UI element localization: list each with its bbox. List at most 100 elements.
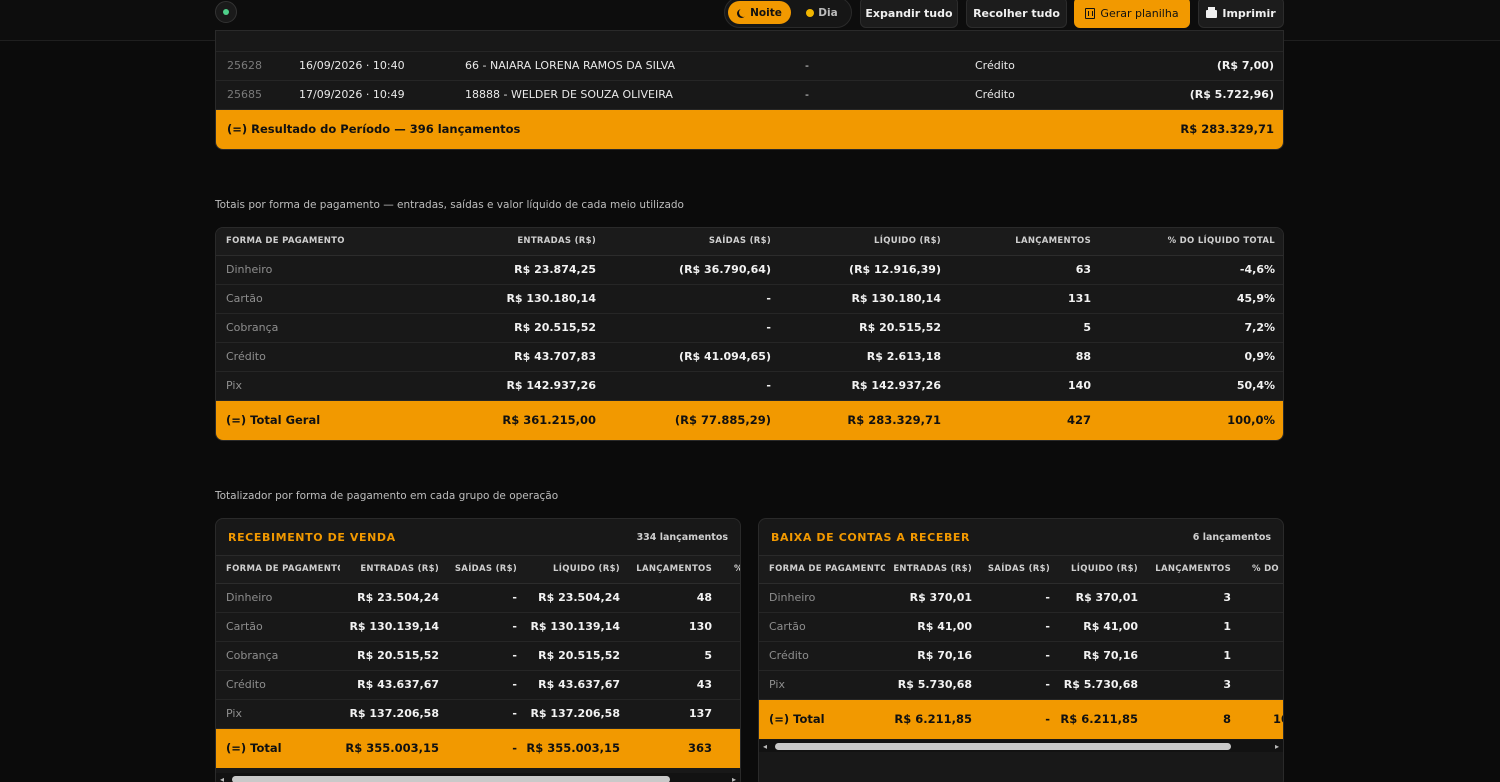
spreadsheet-icon — [1085, 8, 1096, 19]
group-count: 334 lançamentos — [636, 531, 728, 543]
payment-net: (R$ 12.916,39) — [771, 255, 941, 285]
payment-count: 5 — [620, 641, 712, 671]
table-row[interactable]: Crédito R$ 70,16- R$ 70,16 1 — [759, 641, 1283, 671]
payment-exits: - — [439, 670, 517, 700]
col-header: % DO LÍ — [1231, 556, 1283, 584]
payment-net: R$ 41,00 — [1050, 612, 1138, 642]
col-header: LANÇAMENTOS — [941, 228, 1091, 256]
payment-method-name: Cartão — [216, 284, 426, 314]
expand-all-button[interactable]: Expandir tudo — [860, 0, 958, 28]
col-header: LÍQUIDO (R$) — [1050, 556, 1138, 584]
theme-day-option[interactable]: Dia — [795, 1, 849, 24]
launch-datetime: 16/09/2026 · 10:40 — [299, 51, 465, 81]
scroll-left-icon[interactable]: ◂ — [220, 775, 224, 782]
table-row[interactable]: Cartão R$ 130.180,14- R$ 130.180,14 131 45,9… — [216, 284, 1283, 314]
col-header: SAÍDAS (R$) — [972, 556, 1050, 584]
payment-entries: R$ 370,01 — [885, 583, 972, 613]
payment-percent — [712, 641, 740, 671]
table-row[interactable]: Dinheiro R$ 23.874,25 (R$ 36.790,64) (R$ 12… — [216, 255, 1283, 285]
grand-total-exits: (R$ 77.885,29) — [596, 400, 771, 440]
scroll-left-icon[interactable]: ◂ — [763, 742, 767, 751]
group-total-percent — [712, 728, 740, 768]
grand-total-percent: 100,0% — [1091, 400, 1283, 440]
period-result-row: (=) Resultado do Período — 396 lançament… — [216, 109, 1283, 149]
col-header: SAÍDAS (R$) — [596, 228, 771, 256]
payment-percent — [1231, 641, 1283, 671]
payment-exits: - — [439, 612, 517, 642]
group-panel-baixa: BAIXA DE CONTAS A RECEBER 6 lançamentos … — [758, 518, 1284, 782]
payment-percent — [1231, 670, 1283, 700]
payment-method-name: Dinheiro — [759, 583, 885, 613]
table-row[interactable]: Pix R$ 137.206,58- R$ 137.206,58 137 — [216, 699, 740, 729]
print-button[interactable]: Imprimir — [1198, 0, 1284, 28]
table-row[interactable]: Cobrança R$ 20.515,52- R$ 20.515,52 5 7,2% — [216, 313, 1283, 343]
horizontal-scrollbar[interactable]: ◂ ▸ — [759, 740, 1283, 752]
table-row[interactable]: Crédito R$ 43.637,67- R$ 43.637,67 43 — [216, 670, 740, 700]
table-row[interactable]: Pix R$ 5.730,68- R$ 5.730,68 3 — [759, 670, 1283, 700]
print-label: Imprimir — [1222, 7, 1276, 20]
payment-net: R$ 43.637,67 — [517, 670, 620, 700]
col-header: ENTRADAS (R$) — [340, 556, 439, 584]
table-row[interactable]: Crédito R$ 43.707,83 (R$ 41.094,65) R$ 2.61… — [216, 342, 1283, 372]
payment-count: 137 — [620, 699, 712, 729]
table-row[interactable]: Cartão R$ 41,00- R$ 41,00 1 — [759, 612, 1283, 642]
table-row[interactable]: Cartão R$ 130.139,14- R$ 130.139,14 130 — [216, 612, 740, 642]
grand-total-count: 427 — [941, 400, 1091, 440]
payment-net: R$ 2.613,18 — [771, 342, 941, 372]
table-row[interactable]: Cobrança R$ 20.515,52- R$ 20.515,52 5 — [216, 641, 740, 671]
group-total-row: (=) TotalR$ 6.211,85-R$ 6.211,85810 — [759, 699, 1283, 739]
payment-exits: - — [972, 612, 1050, 642]
scrollbar-thumb[interactable] — [775, 743, 1231, 750]
payment-count: 131 — [941, 284, 1091, 314]
table-row[interactable]: 25685 17/09/2026 · 10:49 18888 - WELDER … — [216, 80, 1283, 110]
table-row[interactable]: Pix R$ 142.937,26- R$ 142.937,26 140 50,4% — [216, 371, 1283, 401]
payment-entries: R$ 130.180,14 — [426, 284, 596, 314]
col-header: FORMA DE PAGAMENTO — [216, 228, 426, 256]
col-header: LÍQUIDO (R$) — [517, 556, 620, 584]
generate-sheet-button[interactable]: Gerar planilha — [1074, 0, 1190, 28]
table-header-row: FORMA DE PAGAMENTO ENTRADAS (R$) SAÍDAS … — [759, 556, 1283, 584]
theme-night-label: Noite — [750, 6, 782, 19]
table-row[interactable]: 25628 16/09/2026 · 10:40 66 - NAIARA LOR… — [216, 51, 1283, 81]
payment-exits: - — [596, 284, 771, 314]
printer-icon — [1206, 6, 1218, 18]
payment-net: R$ 137.206,58 — [517, 699, 620, 729]
group-table-scroll[interactable]: FORMA DE PAGAMENTO ENTRADAS (R$) SAÍDAS … — [216, 556, 740, 768]
payment-entries: R$ 142.937,26 — [426, 371, 596, 401]
horizontal-scrollbar[interactable]: ◂ ▸ — [216, 773, 740, 782]
collapse-all-button[interactable]: Recolher tudo — [966, 0, 1067, 28]
payment-exits: - — [439, 641, 517, 671]
payment-net: R$ 130.139,14 — [517, 612, 620, 642]
totals-table: FORMA DE PAGAMENTO ENTRADAS (R$) SAÍDAS … — [216, 228, 1283, 440]
col-header: FORMA DE PAGAMENTO — [216, 556, 340, 584]
payment-net: R$ 142.937,26 — [771, 371, 941, 401]
payment-entries: R$ 20.515,52 — [426, 313, 596, 343]
col-header: LANÇAMENTOS — [1138, 556, 1231, 584]
period-result-value: R$ 283.329,71 — [1135, 109, 1283, 149]
col-header: % DO LÍQUIDO TOTAL — [1091, 228, 1283, 256]
scroll-right-icon[interactable]: ▸ — [1275, 742, 1279, 751]
table-row[interactable]: Dinheiro R$ 23.504,24- R$ 23.504,24 48 — [216, 583, 740, 613]
payment-net: R$ 5.730,68 — [1050, 670, 1138, 700]
group-count: 6 lançamentos — [1192, 531, 1271, 543]
payment-exits: (R$ 41.094,65) — [596, 342, 771, 372]
theme-night-option[interactable]: Noite — [728, 1, 791, 24]
table-row[interactable]: Dinheiro R$ 370,01- R$ 370,01 3 — [759, 583, 1283, 613]
col-header: SAÍDAS (R$) — [439, 556, 517, 584]
group-table-scroll[interactable]: FORMA DE PAGAMENTO ENTRADAS (R$) SAÍDAS … — [759, 556, 1283, 739]
payment-method-name: Pix — [216, 699, 340, 729]
scroll-right-icon[interactable]: ▸ — [732, 775, 736, 782]
payment-entries: R$ 137.206,58 — [340, 699, 439, 729]
payment-count: 43 — [620, 670, 712, 700]
theme-toggle[interactable]: Noite Dia — [724, 0, 852, 28]
sun-icon — [806, 8, 815, 17]
payment-count: 130 — [620, 612, 712, 642]
payment-entries: R$ 43.637,67 — [340, 670, 439, 700]
expand-all-label: Expandir tudo — [865, 7, 953, 20]
group-total-exits: - — [972, 699, 1050, 739]
payment-count: 140 — [941, 371, 1091, 401]
group-total-label: (=) Total — [216, 728, 340, 768]
payment-exits: - — [972, 641, 1050, 671]
table-header-row: FORMA DE PAGAMENTO ENTRADAS (R$) SAÍDAS … — [216, 556, 740, 584]
scrollbar-thumb[interactable] — [232, 776, 670, 782]
